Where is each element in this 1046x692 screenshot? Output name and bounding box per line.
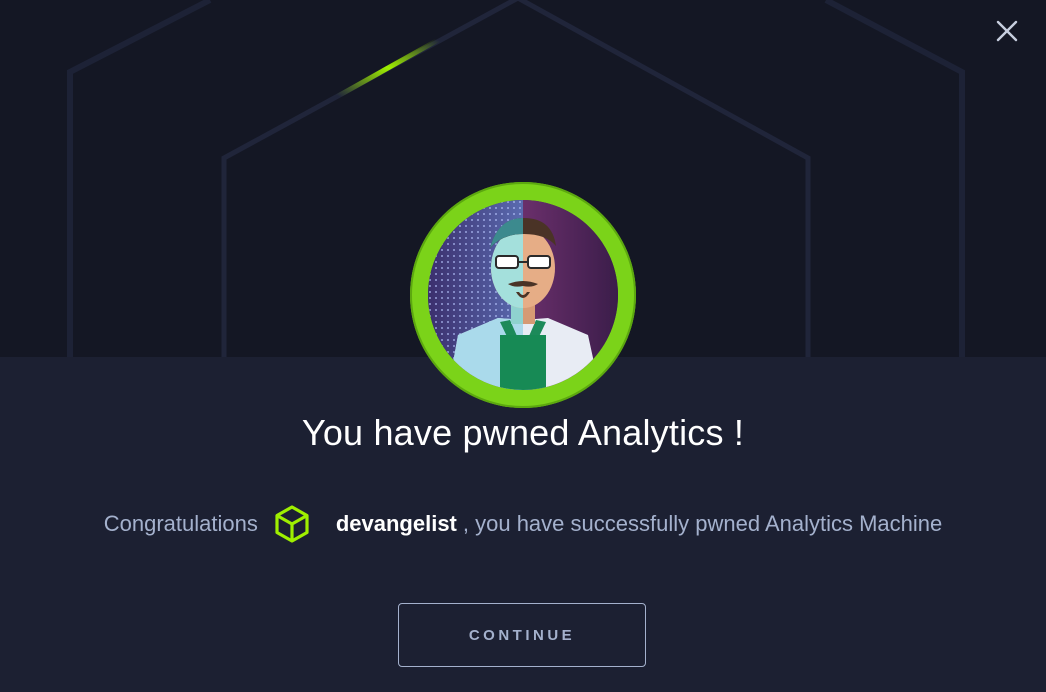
congrats-suffix: , you have successfully pwned Analytics … bbox=[462, 511, 943, 536]
close-button[interactable] bbox=[990, 14, 1024, 48]
congrats-prefix: Congratulations bbox=[103, 511, 258, 536]
username[interactable]: devangelist bbox=[336, 511, 457, 537]
close-icon bbox=[996, 20, 1018, 42]
continue-button[interactable]: CONTINUE bbox=[398, 603, 646, 667]
cube-icon bbox=[274, 504, 310, 544]
congratulations-message: Congratulations devangelist , you have s… bbox=[0, 504, 1046, 544]
machine-avatar bbox=[410, 182, 636, 408]
pwned-modal: You have pwned Analytics ! Congratulatio… bbox=[0, 0, 1046, 692]
modal-title: You have pwned Analytics ! bbox=[301, 412, 745, 453]
avatar-image bbox=[428, 200, 618, 390]
